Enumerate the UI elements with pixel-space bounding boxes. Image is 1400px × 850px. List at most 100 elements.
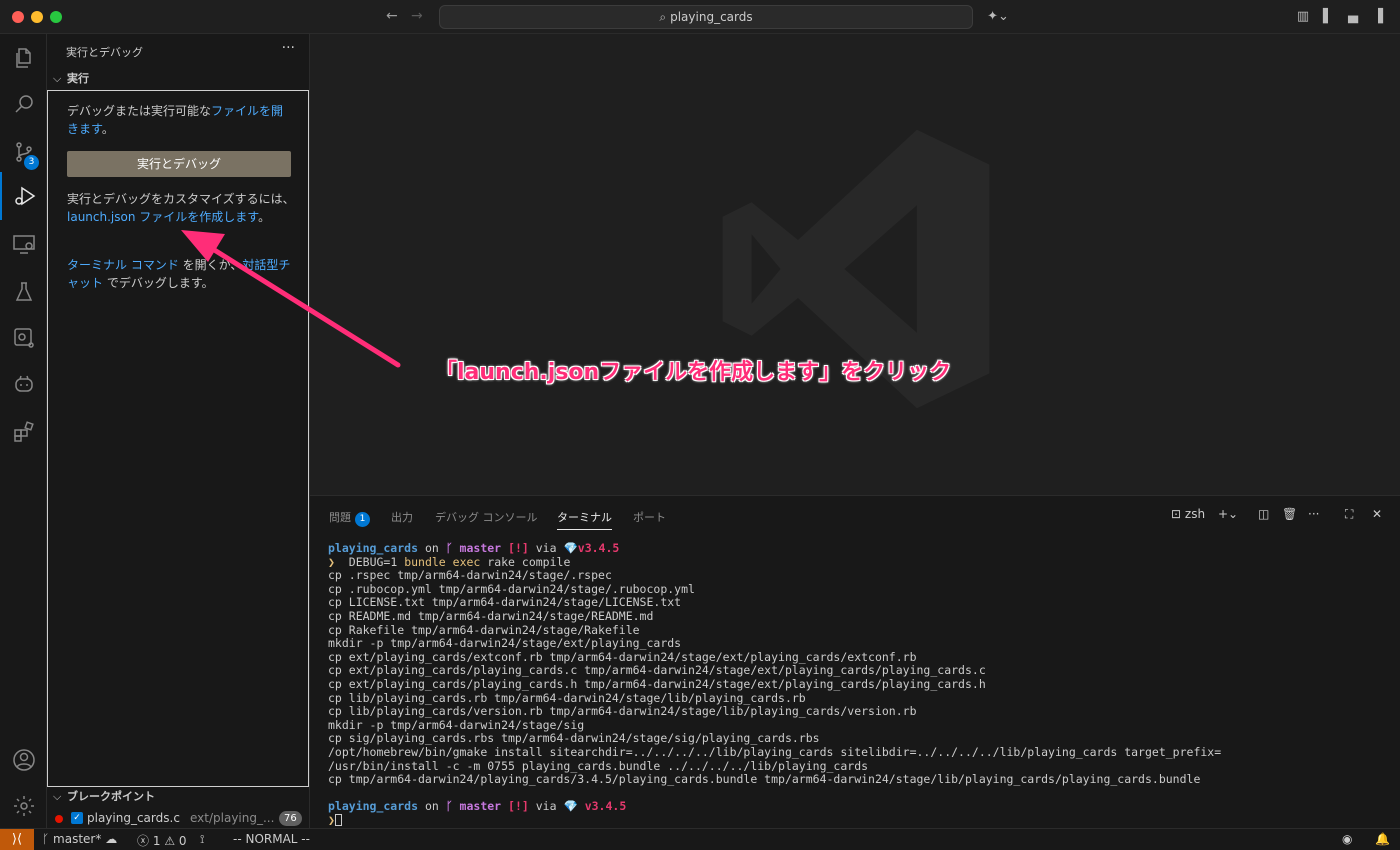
tab-debug-console[interactable]: デバッグ コンソール bbox=[435, 509, 538, 525]
terminal-output-line: /opt/homebrew/bin/gmake install sitearch… bbox=[328, 744, 1222, 759]
breakpoint-checkbox[interactable]: ✓ bbox=[71, 812, 83, 824]
status-bar: ⟩⟨ ᚴ master* ☁ ⓧ 1 ⚠ 0 ⟟ -- NORMAL -- ◉ … bbox=[0, 828, 1400, 850]
problems-badge: 1 bbox=[355, 512, 370, 527]
copilot-status-icon[interactable]: ◉ bbox=[1342, 832, 1352, 846]
title-bar: ← → ⌕ playing_cards ✦⌄ ▥ ▌ ▄ ▐ bbox=[0, 0, 1400, 34]
terminal-output-line: cp .rubocop.yml tmp/arm64-darwin24/stage… bbox=[328, 581, 695, 596]
toggle-sidebar-icon[interactable]: ▌ bbox=[1320, 9, 1336, 25]
terminal-output-line: cp ext/playing_cards/playing_cards.c tmp… bbox=[328, 663, 986, 678]
testing-icon[interactable] bbox=[0, 268, 47, 316]
chevron-down-icon: ⌵ bbox=[53, 790, 62, 803]
run-welcome-panel: デバッグまたは実行可能なファイルを開きます。 実行とデバッグ 実行とデバッグをカ… bbox=[47, 90, 309, 787]
customize-layout-icon[interactable]: ▥ bbox=[1295, 9, 1311, 25]
toggle-panel-icon[interactable]: ▄ bbox=[1345, 9, 1361, 25]
terminal-output-line: cp README.md tmp/arm64-darwin24/stage/RE… bbox=[328, 608, 654, 623]
terminal-output-line: cp Rakefile tmp/arm64-darwin24/stage/Rak… bbox=[328, 622, 640, 637]
trash-icon[interactable]: 🗑 bbox=[1282, 507, 1297, 521]
search-icon: ⌕ bbox=[659, 10, 667, 24]
command-center-search[interactable]: ⌕ playing_cards bbox=[439, 5, 973, 29]
bottom-panel: 問題 1 出力 デバッグ コンソール ターミナル ポート ⊡ zsh +⌄ ◫ 🗑… bbox=[310, 495, 1400, 828]
source-control-icon[interactable]: 3 bbox=[0, 128, 47, 176]
breakpoint-dot-icon bbox=[55, 815, 63, 823]
breakpoints-section-header[interactable]: ⌵ ブレークポイント bbox=[47, 788, 310, 806]
terminal-output-line: /usr/bin/install -c -m 0755 playing_card… bbox=[328, 758, 869, 773]
terminal-output-line: cp ext/playing_cards/extconf.rb tmp/arm6… bbox=[328, 649, 917, 664]
vim-mode: -- NORMAL -- bbox=[233, 832, 310, 846]
terminal-prompt-line-2: playing_cards on ᚴ master [!] via 💎 v3.4… bbox=[328, 799, 627, 814]
terminal-output-line: mkdir -p tmp/arm64-darwin24/stage/sig bbox=[328, 717, 585, 732]
terminal-shell-selector[interactable]: ⊡ zsh bbox=[1171, 507, 1205, 521]
terminal-output[interactable]: playing_cards on ᚴ master [!] via 💎v3.4.… bbox=[328, 541, 1388, 828]
remote-explorer-icon[interactable] bbox=[0, 220, 47, 268]
open-file-message: デバッグまたは実行可能なファイルを開きます。 bbox=[67, 104, 284, 136]
breakpoint-item[interactable]: ✓ playing_cards.c ext/playing_... 76 bbox=[47, 808, 310, 828]
minimize-window-button[interactable] bbox=[31, 11, 43, 23]
problems-indicator[interactable]: ⓧ 1 ⚠ 0 bbox=[137, 832, 187, 849]
terminal-output-line: cp lib/playing_cards/version.rb tmp/arm6… bbox=[328, 704, 917, 719]
terminal-output-line: cp tmp/arm64-darwin24/playing_cards/3.4.… bbox=[328, 772, 1201, 787]
source-control-badge: 3 bbox=[24, 155, 39, 170]
tab-terminal[interactable]: ターミナル bbox=[557, 509, 612, 530]
account-icon[interactable] bbox=[0, 736, 47, 784]
maximize-panel-icon[interactable]: ⛶ bbox=[1345, 507, 1353, 522]
branch-indicator[interactable]: ᚴ master* ☁ bbox=[42, 832, 117, 846]
search-icon[interactable] bbox=[0, 80, 47, 128]
maximize-window-button[interactable] bbox=[50, 11, 62, 23]
close-window-button[interactable] bbox=[12, 11, 24, 23]
more-actions-icon[interactable]: ··· bbox=[1308, 507, 1319, 521]
github-actions-icon[interactable] bbox=[0, 314, 47, 362]
terminal-prompt-line: playing_cards on ᚴ master [!] via 💎v3.4.… bbox=[328, 541, 620, 555]
activity-bar: 3 bbox=[0, 34, 47, 828]
tab-output[interactable]: 出力 bbox=[391, 509, 413, 525]
terminal-command-line: ❯ DEBUG=1 bundle exec rake compile bbox=[328, 554, 571, 569]
arrow-left-icon[interactable]: ← bbox=[386, 8, 398, 24]
git-branch-icon: ᚴ bbox=[42, 832, 50, 846]
terminal-output-line: cp sig/playing_cards.rbs tmp/arm64-darwi… bbox=[328, 731, 820, 746]
more-actions-icon[interactable]: ··· bbox=[282, 40, 295, 56]
close-panel-icon[interactable]: ✕ bbox=[1372, 507, 1382, 521]
toggle-secondary-sidebar-icon[interactable]: ▐ bbox=[1370, 9, 1386, 25]
terminal-input-line[interactable]: ❯ bbox=[328, 813, 1388, 828]
terminal-output-line: cp lib/playing_cards.rb tmp/arm64-darwin… bbox=[328, 690, 806, 705]
tab-ports[interactable]: ポート bbox=[633, 509, 666, 525]
terminal-chat-message: ターミナル コマンド を開くか、対話型チャット でデバッグします。 bbox=[67, 258, 291, 290]
sidebar-title: 実行とデバッグ bbox=[66, 46, 143, 59]
editor-area: 「launch.jsonファイルを作成します」をクリック bbox=[310, 34, 1400, 495]
git-branch-icon: ᚴ bbox=[445, 541, 460, 555]
breakpoint-path: ext/playing_... bbox=[190, 811, 275, 825]
breakpoint-line-badge: 76 bbox=[279, 811, 302, 826]
ruby-gem-icon: 💎 bbox=[563, 541, 578, 555]
chevron-down-icon: ⌵ bbox=[53, 72, 62, 85]
terminal-output-line: cp ext/playing_cards/playing_cards.h tmp… bbox=[328, 676, 986, 691]
run-debug-sidebar: 実行とデバッグ ··· ⌵ 実行 デバッグまたは実行可能なファイルを開きます。 … bbox=[47, 34, 310, 828]
new-terminal-icon[interactable]: +⌄ bbox=[1218, 507, 1238, 521]
run-and-debug-button[interactable]: 実行とデバッグ bbox=[67, 151, 291, 177]
terminal-cursor bbox=[334, 814, 342, 827]
settings-gear-icon[interactable] bbox=[0, 782, 47, 830]
notifications-icon[interactable]: 🔔 bbox=[1375, 832, 1390, 846]
run-section-header[interactable]: ⌵ 実行 bbox=[47, 70, 310, 88]
sync-icon: ☁ bbox=[105, 832, 118, 846]
explorer-icon[interactable] bbox=[0, 34, 47, 82]
remote-indicator-icon[interactable]: ⟩⟨ bbox=[0, 829, 34, 850]
terminal-output-line: cp .rspec tmp/arm64-darwin24/stage/.rspe… bbox=[328, 568, 612, 583]
copilot-chat-icon[interactable]: ✦⌄ bbox=[986, 9, 1010, 25]
arrow-right-icon[interactable]: → bbox=[411, 8, 423, 24]
terminal-output-lines: cp .rspec tmp/arm64-darwin24/stage/.rspe… bbox=[328, 569, 1388, 787]
terminal-output-line: mkdir -p tmp/arm64-darwin24/stage/ext/pl… bbox=[328, 636, 682, 651]
warning-icon: ⚠ bbox=[164, 834, 176, 848]
copilot-icon[interactable] bbox=[0, 360, 47, 408]
create-launch-json-link[interactable]: launch.json ファイルを作成します bbox=[67, 210, 258, 224]
terminal-output-line: cp LICENSE.txt tmp/arm64-darwin24/stage/… bbox=[328, 595, 682, 610]
breakpoint-file: playing_cards.c bbox=[87, 811, 180, 825]
customize-message: 実行とデバッグをカスタマイズするには、launch.json ファイルを作成しま… bbox=[67, 192, 295, 224]
terminal-command-link[interactable]: ターミナル コマンド bbox=[67, 258, 179, 272]
extensions-icon[interactable] bbox=[0, 408, 47, 456]
run-debug-icon[interactable] bbox=[0, 172, 47, 220]
ports-icon[interactable]: ⟟ bbox=[200, 832, 204, 847]
split-terminal-icon[interactable]: ◫ bbox=[1258, 507, 1269, 521]
annotation-callout: 「launch.jsonファイルを作成します」をクリック bbox=[435, 360, 952, 385]
error-icon: ⓧ bbox=[137, 834, 150, 848]
tab-problems[interactable]: 問題 1 bbox=[329, 509, 370, 527]
terminal-icon: ⊡ bbox=[1171, 507, 1182, 521]
